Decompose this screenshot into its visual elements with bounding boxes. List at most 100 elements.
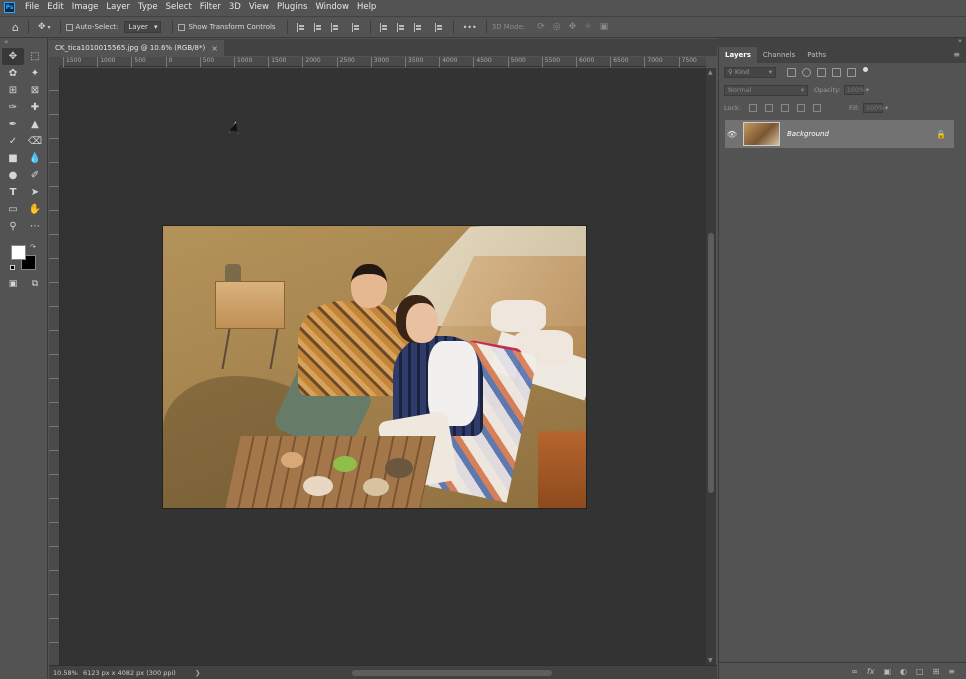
new-group-icon[interactable]: □ xyxy=(916,667,924,676)
filter-type-icon[interactable] xyxy=(817,67,826,77)
align-center-icon[interactable] xyxy=(313,22,323,32)
add-mask-icon[interactable]: ▣ xyxy=(883,667,891,676)
type-tool-icon[interactable]: T xyxy=(2,184,24,201)
crop-tool-icon[interactable]: ⊞ xyxy=(2,82,24,99)
gradient-tool-icon[interactable]: ■ xyxy=(2,150,24,167)
auto-select-checkbox[interactable]: Auto-Select: xyxy=(65,23,118,31)
document-image[interactable] xyxy=(163,226,586,508)
layer-name[interactable]: Background xyxy=(787,130,829,138)
filter-smart-object-icon[interactable] xyxy=(847,67,856,77)
show-transform-checkbox[interactable]: Show Transform Controls xyxy=(178,23,276,31)
layer-style-icon[interactable]: fx xyxy=(867,667,875,676)
lock-icon[interactable]: 🔒 xyxy=(936,130,946,139)
eyedropper-tool-icon[interactable]: ✑ xyxy=(2,99,24,116)
panel-menu-icon[interactable]: ≡ xyxy=(947,50,966,63)
move-tool-icon[interactable]: ✥ xyxy=(2,48,24,65)
horizontal-scrollbar[interactable] xyxy=(206,669,707,677)
link-layers-icon[interactable]: ∞ xyxy=(851,667,858,676)
menu-file[interactable]: File xyxy=(21,0,43,15)
foreground-color-swatch[interactable] xyxy=(11,245,26,260)
tab-channels[interactable]: Channels xyxy=(757,47,801,63)
align-left-icon[interactable] xyxy=(296,22,306,32)
panel-collapse-icon[interactable]: « xyxy=(0,38,47,48)
menu-view[interactable]: View xyxy=(245,0,273,15)
menu-filter[interactable]: Filter xyxy=(196,0,225,15)
delete-layer-icon[interactable]: ≡ xyxy=(948,667,955,676)
vertical-scrollbar[interactable]: ▲ ▼ xyxy=(706,68,716,665)
menu-layer[interactable]: Layer xyxy=(102,0,134,15)
menu-edit[interactable]: Edit xyxy=(43,0,67,15)
swap-colors-icon[interactable]: ↷ xyxy=(30,243,36,251)
eye-icon[interactable]: 👁 xyxy=(725,130,739,139)
align-bottom-icon[interactable] xyxy=(413,22,423,32)
history-brush-tool-icon[interactable]: ✓ xyxy=(2,133,24,150)
magic-wand-tool-icon[interactable]: ✦ xyxy=(24,65,46,82)
path-selection-tool-icon[interactable]: ➤ xyxy=(24,184,46,201)
pen-tool-icon[interactable]: ✐ xyxy=(24,167,46,184)
new-layer-icon[interactable]: ⊞ xyxy=(933,667,940,676)
menu-plugins[interactable]: Plugins xyxy=(273,0,311,15)
3d-roll-icon[interactable]: ◎ xyxy=(553,22,561,32)
lock-artboard-icon[interactable] xyxy=(797,104,806,112)
chevron-down-icon[interactable]: ▾ xyxy=(885,104,888,112)
menu-select[interactable]: Select xyxy=(162,0,196,15)
3d-pan-icon[interactable]: ✥ xyxy=(569,22,577,32)
horizontal-ruler[interactable]: 1500 1000 500 0 500 1000 1500 2000 2500 3000 3500 4… xyxy=(60,57,706,67)
document-tab[interactable]: CK_tica1010015565.jpg @ 10.6% (RGB/8*) × xyxy=(49,40,224,56)
3d-camera-icon[interactable]: ▣ xyxy=(600,22,609,32)
chevron-down-icon[interactable]: ▾ xyxy=(48,24,51,31)
zoom-tool-icon[interactable]: ⚲ xyxy=(2,218,24,235)
filter-shape-icon[interactable] xyxy=(832,67,841,77)
menu-window[interactable]: Window xyxy=(311,0,353,15)
ruler-origin[interactable] xyxy=(49,57,60,67)
blend-mode-dropdown[interactable]: Normal ▾ xyxy=(724,84,808,96)
filter-toggle-icon[interactable] xyxy=(863,66,868,72)
3d-orbit-icon[interactable]: ⟳ xyxy=(537,22,545,32)
layer-filter-dropdown[interactable]: ⚲ Kind ▾ xyxy=(724,66,776,78)
brush-tool-icon[interactable]: ✒ xyxy=(2,116,24,133)
more-options-icon[interactable]: ••• xyxy=(463,23,477,32)
align-distribute-icon[interactable] xyxy=(351,22,361,32)
default-colors-icon[interactable] xyxy=(10,265,15,270)
zoom-level[interactable]: 10.58% xyxy=(49,668,78,677)
filter-pixel-icon[interactable] xyxy=(787,67,796,77)
status-menu-arrow-icon[interactable]: ❯ xyxy=(189,669,206,677)
chevron-down-icon[interactable]: ▾ xyxy=(866,86,869,94)
clone-stamp-tool-icon[interactable]: ▲ xyxy=(24,116,46,133)
tab-layers[interactable]: Layers xyxy=(719,47,757,63)
healing-brush-tool-icon[interactable]: ✚ xyxy=(24,99,46,116)
move-tool-icon[interactable]: ✥ xyxy=(38,22,46,32)
menu-image[interactable]: Image xyxy=(68,0,103,15)
align-top-icon[interactable] xyxy=(379,22,389,32)
lock-all-icon[interactable] xyxy=(813,104,822,112)
rectangle-tool-icon[interactable]: ▭ xyxy=(2,201,24,218)
eraser-tool-icon[interactable]: ⌫ xyxy=(24,133,46,150)
lock-transparent-icon[interactable] xyxy=(749,104,758,112)
frame-tool-icon[interactable]: ⊠ xyxy=(24,82,46,99)
lock-image-icon[interactable] xyxy=(765,104,774,112)
dodge-tool-icon[interactable]: ● xyxy=(2,167,24,184)
opacity-field[interactable]: 100% xyxy=(843,85,865,95)
vertical-ruler[interactable] xyxy=(49,67,60,665)
lock-position-icon[interactable] xyxy=(781,104,790,112)
home-icon[interactable]: ⌂ xyxy=(12,21,19,34)
close-icon[interactable]: × xyxy=(211,44,218,53)
menu-help[interactable]: Help xyxy=(353,0,380,15)
fill-field[interactable]: 100% xyxy=(862,103,884,113)
auto-select-target-dropdown[interactable]: Layer ▾ xyxy=(124,21,162,33)
vertical-scroll-thumb[interactable] xyxy=(708,233,714,493)
tab-paths[interactable]: Paths xyxy=(801,47,832,63)
align-middle-icon[interactable] xyxy=(396,22,406,32)
menu-3d[interactable]: 3D xyxy=(225,0,245,15)
blur-tool-icon[interactable]: 💧 xyxy=(24,150,46,167)
layer-row-background[interactable]: 👁 Background 🔒 xyxy=(725,120,954,148)
menu-type[interactable]: Type xyxy=(134,0,162,15)
edit-toolbar-icon[interactable]: ⋯ xyxy=(24,218,46,235)
align-right-icon[interactable] xyxy=(330,22,340,32)
horizontal-scroll-thumb[interactable] xyxy=(352,669,553,676)
quick-mask-icon[interactable]: ▣ xyxy=(2,275,24,292)
scroll-up-icon[interactable]: ▲ xyxy=(708,69,713,76)
3d-slide-icon[interactable]: ✧ xyxy=(584,22,592,32)
filter-adjustment-icon[interactable] xyxy=(802,67,811,77)
adjustment-layer-icon[interactable]: ◐ xyxy=(900,667,907,676)
